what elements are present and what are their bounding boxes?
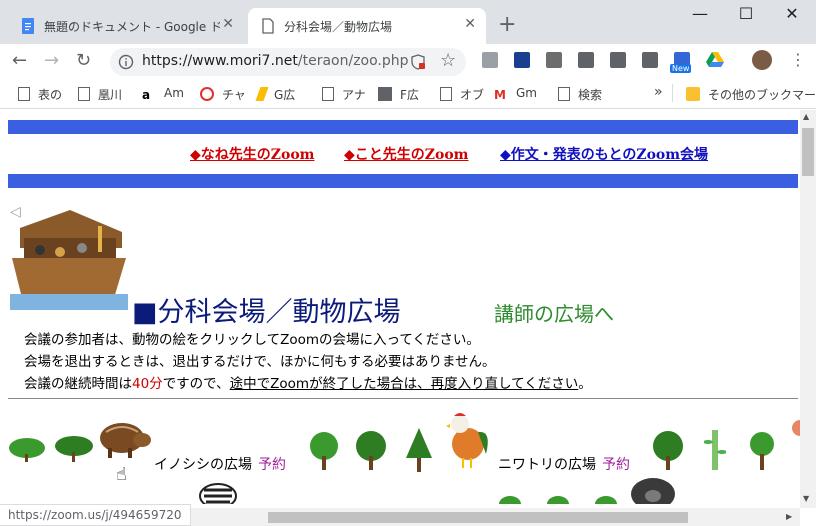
bottom-color-bar: [8, 174, 798, 188]
tree-image: [750, 432, 774, 470]
noahs-ark-image: [10, 210, 128, 310]
tab-docs[interactable]: 無題のドキュメント - Google ドキュメント ✕: [8, 8, 244, 44]
avatar[interactable]: [752, 50, 772, 70]
pine-tree-image: [406, 428, 432, 472]
bookmark-item[interactable]: アナ: [322, 86, 366, 103]
menu-icon[interactable]: ⋮: [790, 50, 806, 69]
document-icon[interactable]: [578, 52, 594, 68]
bush-image: [55, 436, 93, 462]
divider: [8, 398, 798, 399]
bookmarks-overflow-button[interactable]: »: [654, 84, 663, 100]
bookmark-item[interactable]: オブ: [440, 86, 484, 103]
check-icon[interactable]: [546, 52, 562, 68]
bamboo-image: [704, 430, 726, 470]
url-host: https://www.mori7.net: [142, 53, 298, 69]
rooster-image[interactable]: [446, 410, 492, 468]
bookmark-item[interactable]: M Gm: [494, 86, 537, 102]
bush-image: [499, 496, 521, 504]
description-line: 会議の参加者は、動物の絵をクリックしてZoomの会場に入ってください。: [24, 332, 480, 348]
page-icon: [322, 87, 334, 101]
new-tab-button[interactable]: +: [498, 12, 516, 37]
bookmark-item[interactable]: 凰川: [78, 86, 122, 103]
bush-image: [595, 496, 617, 504]
url-text[interactable]: https://www.mori7.net/teraon/zoo.php: [142, 53, 409, 69]
rooster-room-label[interactable]: ニワトリの広場 予約: [498, 454, 630, 474]
divider: [672, 84, 673, 102]
close-icon[interactable]: ✕: [464, 16, 476, 32]
bush-image: [9, 438, 45, 462]
page-icon: [18, 87, 30, 101]
scroll-right-icon[interactable]: ▶: [786, 512, 792, 521]
back-button[interactable]: ←: [12, 50, 27, 71]
reserve-link[interactable]: 予約: [602, 457, 630, 473]
minimize-button[interactable]: —: [678, 4, 722, 30]
bush-image: [547, 496, 569, 504]
amazon-icon: a: [142, 88, 151, 102]
description-line: 会議の継続時間は40分ですので、途中でZoomが終了した場合は、再度入り直してく…: [24, 376, 592, 392]
page-title: ■分科会場／動物広場: [132, 297, 401, 328]
reserve-link[interactable]: 予約: [258, 457, 286, 473]
bookmark-item[interactable]: 表の: [18, 86, 62, 103]
gmail-icon: M: [494, 88, 506, 102]
page-icon: [262, 18, 274, 34]
reload-button[interactable]: ↻: [76, 50, 91, 71]
description-line: 会場を退出するときは、退出するだけで、ほかに何もする必要はありません。: [24, 354, 496, 370]
code-icon[interactable]: [610, 52, 626, 68]
tree-image: [310, 432, 338, 470]
star-icon[interactable]: ☆: [440, 50, 456, 71]
vertical-scroll-thumb[interactable]: [802, 128, 814, 176]
bookmark-item[interactable]: 検索: [558, 86, 602, 103]
horizontal-scroll-thumb[interactable]: [268, 512, 688, 523]
page-icon: [440, 87, 452, 101]
docs-icon: [22, 18, 34, 34]
nane-zoom-link[interactable]: ◆なね先生のZoom: [190, 144, 314, 164]
close-icon[interactable]: ✕: [222, 16, 234, 32]
gorilla-image[interactable]: [628, 472, 678, 504]
page-icon: [558, 87, 570, 101]
cloud-icon[interactable]: [482, 52, 498, 68]
tab-title: 分科会場／動物広場: [284, 20, 393, 34]
status-bar: https://zoom.us/j/494659720: [0, 504, 191, 526]
blocked-icon[interactable]: [410, 54, 426, 70]
maximize-button[interactable]: ☐: [724, 4, 768, 30]
page-content: ◆なね先生のZoom ◆こと先生のZoom ◆作文・発表のもとのZoom会場 ◁…: [0, 110, 800, 504]
tree-image: [653, 431, 683, 470]
info-icon[interactable]: [118, 54, 134, 70]
fast-forward-icon[interactable]: [642, 52, 658, 68]
chat-icon: [200, 87, 214, 101]
bookmark-item[interactable]: G広: [255, 86, 295, 103]
sakubun-zoom-link[interactable]: ◆作文・発表のもとのZoom会場: [500, 144, 708, 164]
scroll-down-icon[interactable]: ▼: [803, 494, 809, 503]
drive-icon[interactable]: [706, 52, 724, 68]
bookmark-item[interactable]: チャ: [200, 86, 246, 103]
page-icon: [78, 87, 90, 101]
boar-image[interactable]: [96, 412, 154, 460]
folder-icon: [686, 87, 700, 101]
close-window-button[interactable]: ✕: [770, 4, 814, 30]
other-bookmarks[interactable]: その他のブックマーク: [686, 86, 816, 103]
apple-image: [792, 420, 800, 436]
koto-zoom-link[interactable]: ◆こと先生のZoom: [344, 144, 468, 164]
boar-room-label[interactable]: イノシシの広場 予約: [154, 454, 286, 474]
top-color-bar: [8, 120, 798, 134]
tab-title: 無題のドキュメント - Google ドキュメント: [44, 20, 220, 34]
bookmark-item[interactable]: F広: [378, 86, 419, 103]
bookmark-item[interactable]: a Am: [142, 86, 184, 102]
url-path: /teraon/zoo.php: [297, 53, 409, 69]
forward-button[interactable]: →: [44, 50, 59, 71]
tree-image: [356, 431, 386, 470]
tab-zoo[interactable]: 分科会場／動物広場 ✕: [248, 8, 486, 44]
new-badge: New: [670, 64, 692, 73]
google-ads-icon: [255, 87, 269, 101]
scroll-up-icon[interactable]: ▲: [803, 112, 809, 121]
duration-text: 40分: [132, 376, 163, 392]
bookmark-icon[interactable]: [514, 52, 530, 68]
image-icon: [378, 87, 392, 101]
zebra-image[interactable]: [196, 476, 240, 504]
teacher-plaza-link[interactable]: 講師の広場へ: [494, 298, 614, 327]
hand-cursor-icon: ☝: [116, 464, 127, 485]
